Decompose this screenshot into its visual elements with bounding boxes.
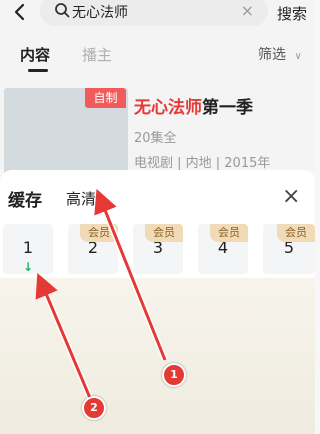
active-tab-indicator	[28, 69, 48, 72]
episode-tile[interactable]: 4 会员	[198, 224, 248, 274]
video-title[interactable]: 无心法师第一季	[134, 93, 253, 118]
search-button[interactable]: 搜索	[277, 3, 307, 24]
episode-tile[interactable]: 3 会员	[133, 224, 183, 274]
search-results-area: 无心法师 × 搜索 内容 播主 筛选 ∨ 自制 无心法师第一季 20集全 电视剧…	[0, 0, 315, 178]
quality-label: 高清	[66, 190, 97, 208]
clear-icon[interactable]: ×	[241, 1, 254, 20]
video-meta: 电视剧 | 内地 | 2015年	[134, 156, 271, 171]
empty-background	[0, 278, 315, 434]
back-icon[interactable]	[10, 2, 30, 22]
episode-tile[interactable]: 2 会员	[68, 224, 118, 274]
original-badge: 自制	[85, 88, 126, 108]
episode-tile[interactable]: 5 会员	[263, 224, 315, 274]
annotation-marker-2: 2	[82, 396, 106, 420]
title-highlight: 无心法师	[134, 98, 202, 118]
annotation-marker-1: 1	[162, 363, 186, 387]
cache-title: 缓存	[8, 191, 42, 211]
episode-tile[interactable]: 1 ↓	[3, 224, 53, 274]
chevron-down-icon: ∨	[294, 51, 302, 62]
tab-content-label: 内容	[20, 46, 51, 64]
filter-dropdown[interactable]: 筛选 ∨	[258, 44, 302, 64]
close-button[interactable]: ×	[282, 184, 300, 209]
search-input[interactable]: 无心法师 ×	[40, 0, 268, 26]
vip-badge: 会员	[210, 224, 248, 242]
quality-selector[interactable]: 高清 ∨	[66, 188, 106, 209]
chevron-down-icon: ∨	[99, 196, 107, 207]
episode-count: 20集全	[134, 131, 177, 146]
title-rest: 第一季	[202, 98, 253, 118]
search-query: 无心法师	[72, 5, 128, 21]
vip-badge: 会员	[277, 224, 315, 242]
tab-content[interactable]: 内容	[20, 44, 51, 72]
vip-badge: 会员	[145, 224, 183, 242]
filter-label: 筛选	[258, 47, 286, 63]
download-arrow-icon: ↓	[22, 260, 34, 274]
tab-uploader[interactable]: 播主	[82, 44, 112, 65]
episode-number: 1	[22, 238, 34, 257]
vip-badge: 会员	[80, 224, 118, 242]
search-icon	[55, 3, 70, 18]
tab-uploader-label: 播主	[82, 46, 113, 64]
